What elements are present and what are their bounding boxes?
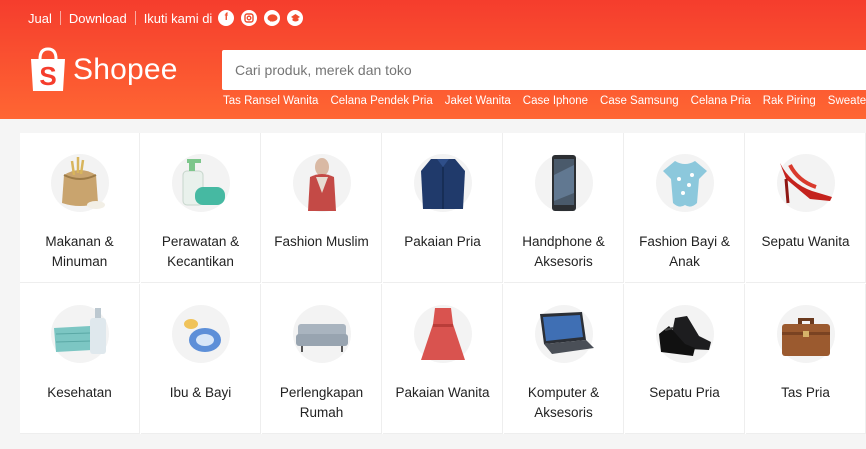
- category-pakaian-wanita[interactable]: Pakaian Wanita: [383, 284, 503, 434]
- category-tas-pria[interactable]: Tas Pria: [746, 284, 866, 434]
- divider: [59, 11, 61, 25]
- keyword-link[interactable]: Rak Piring: [763, 95, 816, 107]
- smartphone-icon: [531, 150, 597, 216]
- pacifier-icon: [168, 301, 234, 367]
- keyword-link[interactable]: Case Samsung: [600, 95, 679, 107]
- category-label: Tas Pria: [781, 385, 830, 400]
- high-heel-icon: [773, 150, 839, 216]
- instagram-icon[interactable]: [241, 10, 258, 26]
- briefcase-icon: [773, 301, 839, 367]
- category-perlengkapan-rumah[interactable]: Perlengkapan Rumah: [262, 284, 382, 434]
- hijab-woman-icon: [289, 150, 355, 216]
- category-sepatu-pria[interactable]: Sepatu Pria: [625, 284, 745, 434]
- top-bar: Jual Download Ikuti kami di f: [28, 9, 304, 27]
- category-label: Pakaian Pria: [404, 234, 481, 249]
- keyword-link[interactable]: Case Iphone: [523, 95, 588, 107]
- baby-bodysuit-icon: [652, 150, 718, 216]
- search-input[interactable]: [222, 50, 866, 90]
- category-label: Makanan & Minuman: [45, 234, 114, 269]
- header: Jual Download Ikuti kami di f S Shopee C…: [0, 0, 866, 119]
- keyword-link[interactable]: Celana Pria: [691, 95, 751, 107]
- category-label: Ibu & Bayi: [169, 385, 232, 400]
- keyword-link[interactable]: Celana Pendek Pria: [330, 95, 432, 107]
- playlist-icon[interactable]: [287, 10, 304, 26]
- keyword-link[interactable]: Jaket Wanita: [445, 95, 511, 107]
- category-label: Sepatu Wanita: [761, 234, 850, 249]
- keyword-link[interactable]: Tas Ransel Wanita: [223, 95, 318, 107]
- trending-keywords: Tas Ransel Wanita Celana Pendek Pria Jak…: [223, 95, 866, 107]
- category-label: Pakaian Wanita: [395, 385, 490, 400]
- category-label: Fashion Muslim: [274, 234, 369, 249]
- line-icon[interactable]: [264, 10, 281, 26]
- search-bar: [222, 50, 866, 90]
- dress-icon: [410, 301, 476, 367]
- category-kesehatan[interactable]: Kesehatan: [20, 284, 140, 434]
- brand-name: Shopee: [73, 53, 178, 86]
- shopping-bag-icon: S: [28, 47, 68, 93]
- category-perawatan-kecantikan[interactable]: Perawatan & Kecantikan: [141, 133, 261, 283]
- shirt-icon: [410, 150, 476, 216]
- category-label: Fashion Bayi & Anak: [639, 234, 730, 269]
- download-link[interactable]: Download: [69, 11, 127, 26]
- soap-bottle-icon: [168, 150, 234, 216]
- shopee-logo[interactable]: S Shopee: [28, 47, 178, 93]
- category-label: Handphone & Aksesoris: [522, 234, 605, 269]
- category-label: Sepatu Pria: [649, 385, 720, 400]
- category-label: Perlengkapan Rumah: [279, 385, 364, 420]
- leather-shoe-icon: [652, 301, 718, 367]
- category-ibu-bayi[interactable]: Ibu & Bayi: [141, 284, 261, 434]
- divider: [134, 11, 136, 25]
- category-label: Perawatan & Kecantikan: [161, 234, 240, 269]
- category-sepatu-wanita[interactable]: Sepatu Wanita: [746, 133, 866, 283]
- laptop-icon: [531, 301, 597, 367]
- category-makanan-minuman[interactable]: Makanan & Minuman: [20, 133, 140, 283]
- sofa-icon: [289, 301, 355, 367]
- follow-label: Ikuti kami di: [143, 10, 213, 26]
- category-fashion-bayi-anak[interactable]: Fashion Bayi & Anak: [625, 133, 745, 283]
- rice-sack-icon: [47, 150, 113, 216]
- category-grid: Makanan & Minuman Perawatan & Kecantikan…: [20, 133, 866, 434]
- category-fashion-muslim[interactable]: Fashion Muslim: [262, 133, 382, 283]
- category-handphone-aksesoris[interactable]: Handphone & Aksesoris: [504, 133, 624, 283]
- category-label: Komputer & Aksesoris: [527, 385, 600, 420]
- category-label: Kesehatan: [47, 385, 112, 400]
- social-links: f: [218, 10, 304, 26]
- category-komputer-aksesoris[interactable]: Komputer & Aksesoris: [504, 284, 624, 434]
- facebook-icon[interactable]: f: [218, 10, 235, 26]
- sell-link[interactable]: Jual: [28, 11, 52, 26]
- svg-text:S: S: [39, 61, 56, 91]
- keyword-link[interactable]: Sweater: [828, 95, 866, 107]
- mask-sanitizer-icon: [47, 301, 113, 367]
- category-pakaian-pria[interactable]: Pakaian Pria: [383, 133, 503, 283]
